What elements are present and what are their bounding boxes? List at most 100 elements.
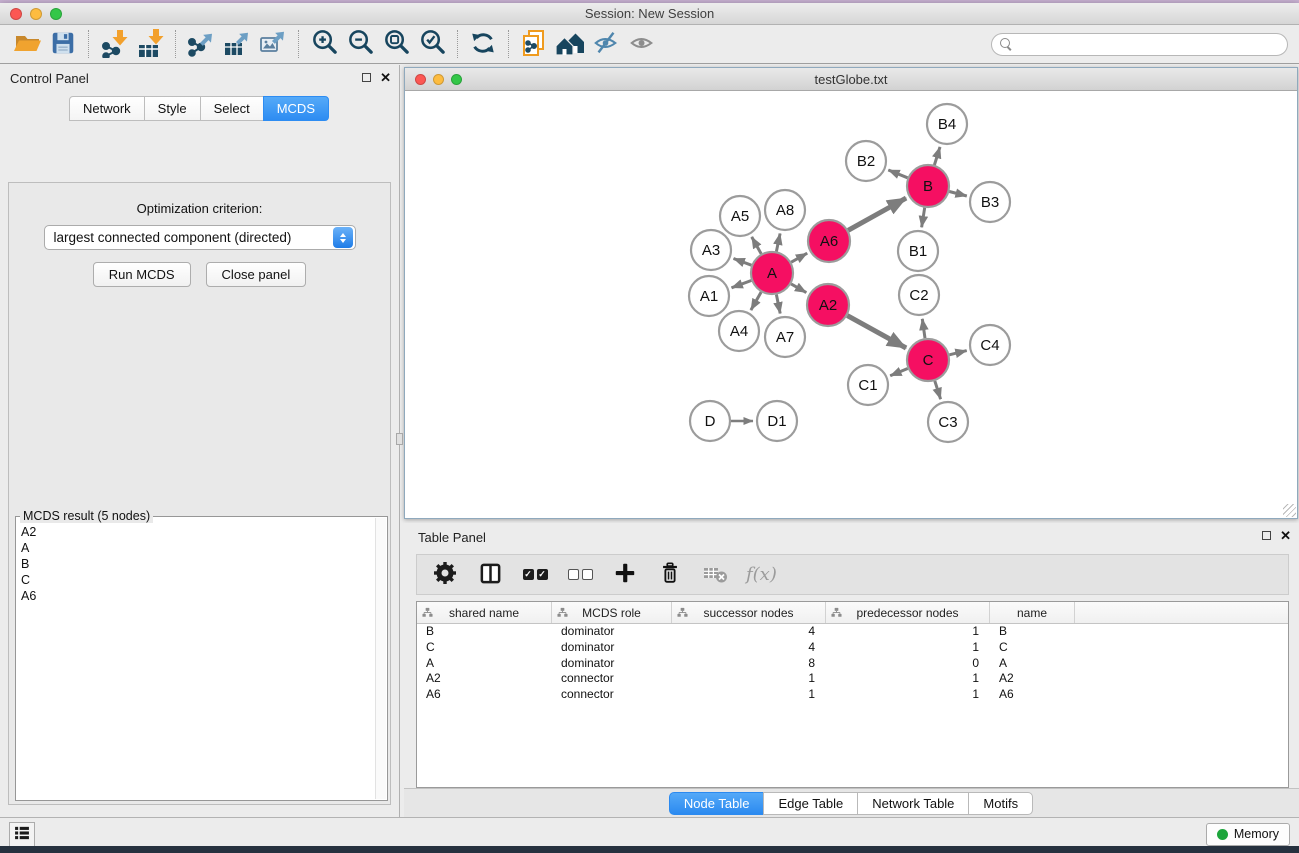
- graph-edge-B-B4[interactable]: [934, 147, 940, 165]
- select-all-rows-button[interactable]: ✓✓: [521, 561, 549, 589]
- close-window-button[interactable]: [10, 8, 22, 20]
- mcds-result-item[interactable]: A6: [21, 588, 369, 604]
- table-row[interactable]: A6connector11A6: [417, 687, 1288, 703]
- result-scrollbar[interactable]: [375, 518, 386, 799]
- mcds-result-list: A2ABCA6: [16, 521, 374, 800]
- graph-edge-A-A3[interactable]: [734, 259, 752, 266]
- open-session-button[interactable]: [9, 28, 45, 60]
- run-mcds-button[interactable]: Run MCDS: [93, 262, 191, 287]
- column-header-predecessor-nodes[interactable]: predecessor nodes: [826, 602, 990, 623]
- graph-edge-A-A4[interactable]: [751, 292, 761, 310]
- app-title: Session: New Session: [585, 6, 714, 21]
- column-header-mcds-role[interactable]: MCDS role: [552, 602, 672, 623]
- hide-graphics-details-button[interactable]: [588, 28, 624, 60]
- criterion-dropdown[interactable]: largest connected component (directed): [44, 225, 356, 250]
- duplicate-network-button[interactable]: [516, 28, 552, 60]
- duplicate-network-icon: [519, 28, 549, 61]
- delete-column-button[interactable]: [656, 561, 684, 589]
- save-session-button[interactable]: [45, 28, 81, 60]
- function-builder-button-disabled: f(x): [746, 561, 777, 589]
- mcds-result-item[interactable]: C: [21, 572, 369, 588]
- network-minimize-button[interactable]: [433, 74, 444, 85]
- graph-edge-A6-B[interactable]: [848, 198, 906, 230]
- column-header-name[interactable]: name: [990, 602, 1075, 623]
- graph-edge-C-C4[interactable]: [949, 351, 966, 355]
- export-table-button[interactable]: [219, 28, 255, 60]
- mcds-result-item[interactable]: B: [21, 556, 369, 572]
- search-field[interactable]: [991, 33, 1288, 56]
- graph-edge-B-B3[interactable]: [949, 192, 967, 197]
- tab-network-table[interactable]: Network Table: [857, 792, 969, 815]
- minimize-window-button[interactable]: [30, 8, 42, 20]
- graph-edge-A-A8[interactable]: [776, 234, 780, 252]
- mcds-result-item[interactable]: A: [21, 540, 369, 556]
- shared-column-icon: [831, 607, 842, 621]
- toolbar-separator: [508, 30, 509, 58]
- home-view-button[interactable]: [552, 28, 588, 60]
- graph-edge-C-C2[interactable]: [922, 319, 925, 338]
- show-graphics-details-button[interactable]: [624, 28, 660, 60]
- graph-node-label-B3: B3: [981, 194, 999, 211]
- import-table-button[interactable]: [132, 28, 168, 60]
- export-network-button[interactable]: [183, 28, 219, 60]
- column-header-successor-nodes[interactable]: successor nodes: [672, 602, 826, 623]
- graph-edge-A-A1[interactable]: [732, 281, 752, 288]
- mcds-result-item[interactable]: A2: [21, 524, 369, 540]
- zoom-window-button[interactable]: [50, 8, 62, 20]
- table-row[interactable]: A2connector11A2: [417, 671, 1288, 687]
- search-input[interactable]: [1018, 37, 1287, 51]
- refresh-network-button[interactable]: [465, 28, 501, 60]
- table-settings-button[interactable]: [431, 561, 459, 589]
- table-row[interactable]: Cdominator41C: [417, 640, 1288, 656]
- tab-style[interactable]: Style: [144, 96, 201, 121]
- deselect-all-rows-button[interactable]: [566, 561, 594, 589]
- delete-table-icon: [702, 560, 728, 589]
- panel-splitter-grip[interactable]: [396, 433, 403, 445]
- tab-edge-table[interactable]: Edge Table: [763, 792, 858, 815]
- add-column-button[interactable]: [611, 561, 639, 589]
- graph-edge-A2-C[interactable]: [847, 316, 906, 348]
- close-panel-button[interactable]: Close panel: [206, 262, 307, 287]
- table-row[interactable]: Bdominator41B: [417, 624, 1288, 640]
- tab-mcds[interactable]: MCDS: [263, 96, 329, 121]
- network-window-titlebar[interactable]: testGlobe.txt: [405, 68, 1297, 91]
- export-image-button[interactable]: [255, 28, 291, 60]
- table-header-row: shared nameMCDS rolesuccessor nodesprede…: [417, 602, 1288, 624]
- graph-edge-B-B1[interactable]: [922, 208, 925, 228]
- graph-edge-C-C3[interactable]: [935, 381, 941, 399]
- zoom-in-button[interactable]: [306, 28, 342, 60]
- graph-edge-A-A7[interactable]: [776, 295, 780, 314]
- memory-button[interactable]: Memory: [1206, 823, 1290, 846]
- graph-edge-C-C1[interactable]: [890, 369, 908, 376]
- zoom-out-button[interactable]: [342, 28, 378, 60]
- column-header-shared-name[interactable]: shared name: [417, 602, 552, 623]
- tab-select[interactable]: Select: [200, 96, 264, 121]
- show-panels-button[interactable]: [9, 822, 35, 847]
- close-panel-icon[interactable]: ✕: [380, 72, 391, 83]
- window-resize-grip[interactable]: [1283, 504, 1296, 517]
- tab-motifs[interactable]: Motifs: [968, 792, 1033, 815]
- graph-node-label-C: C: [923, 352, 934, 369]
- zoom-selected-button[interactable]: [414, 28, 450, 60]
- table-panel: Table Panel ✕ ✓✓: [404, 523, 1299, 817]
- shared-column-icon: [677, 607, 688, 621]
- tab-network[interactable]: Network: [69, 96, 145, 121]
- table-cell: connector: [552, 671, 672, 687]
- graph-edge-B-B2[interactable]: [888, 170, 907, 178]
- graph-edge-A-A5[interactable]: [752, 237, 762, 254]
- import-network-button[interactable]: [96, 28, 132, 60]
- shared-column-icon: [557, 607, 568, 621]
- table-row[interactable]: Adominator80A: [417, 656, 1288, 672]
- search-icon: [1000, 38, 1013, 51]
- tab-node-table[interactable]: Node Table: [669, 792, 765, 815]
- network-zoom-button[interactable]: [451, 74, 462, 85]
- zoom-fit-button[interactable]: [378, 28, 414, 60]
- graph-edge-A-A2[interactable]: [791, 284, 806, 293]
- network-canvas[interactable]: B4B2BB3A5A8A6B1A3AA1C2A2A4A7C4CC1C3DD1: [405, 92, 1297, 518]
- float-table-panel-icon[interactable]: [1262, 531, 1271, 540]
- graph-edge-A-A6[interactable]: [791, 253, 807, 262]
- close-table-panel-icon[interactable]: ✕: [1280, 530, 1291, 541]
- network-close-button[interactable]: [415, 74, 426, 85]
- float-panel-icon[interactable]: [362, 73, 371, 82]
- toggle-column-view-button[interactable]: [476, 561, 504, 589]
